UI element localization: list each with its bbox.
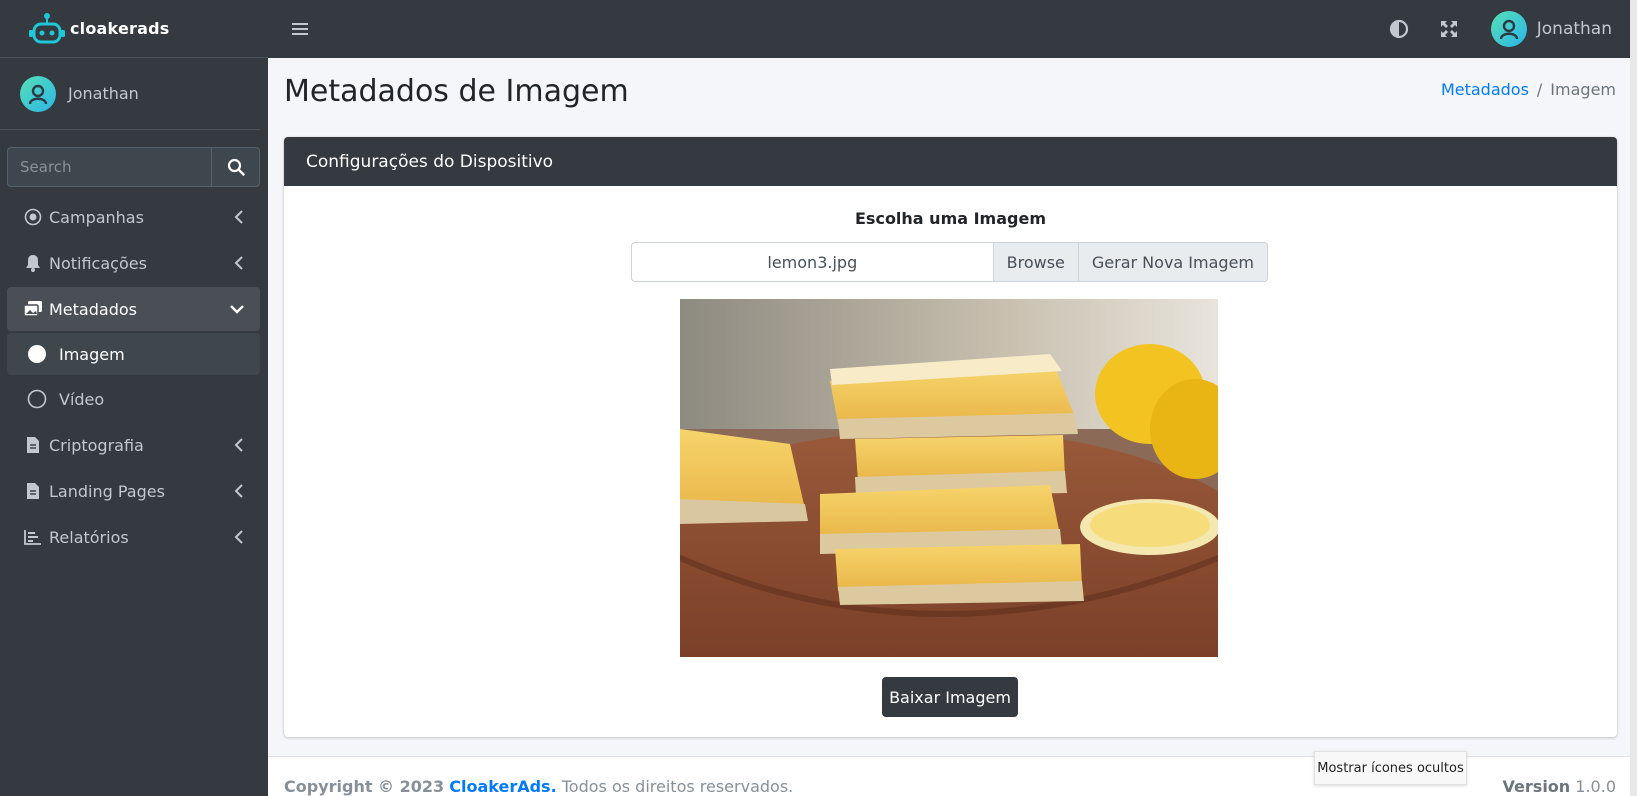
chevron-left-icon bbox=[234, 484, 243, 498]
sidebar-item-label: Campanhas bbox=[49, 207, 144, 227]
hidden-icons-tooltip: Mostrar ícones ocultos bbox=[1314, 751, 1467, 785]
sidebar-item-label: Relatórios bbox=[49, 527, 129, 547]
circle-filled-icon bbox=[27, 344, 47, 364]
version-label: Version bbox=[1502, 777, 1571, 796]
chevron-left-icon bbox=[234, 256, 243, 270]
generate-image-button[interactable]: Gerar Nova Imagem bbox=[1077, 243, 1267, 281]
sidebar-item-video[interactable]: Vídeo bbox=[7, 377, 260, 421]
image-preview bbox=[680, 299, 1218, 657]
sidebar-item-relatorios[interactable]: Relatórios bbox=[7, 515, 260, 559]
topbar-user-menu[interactable]: Jonathan bbox=[1490, 11, 1612, 47]
sidebar-item-imagem[interactable]: Imagem bbox=[7, 333, 260, 375]
circle-outline-icon bbox=[27, 389, 47, 409]
sidebar-search bbox=[7, 147, 260, 187]
sidebar-item-label: Notificações bbox=[49, 253, 147, 273]
card-header: Configurações do Dispositivo bbox=[284, 137, 1617, 186]
file-input[interactable]: lemon3.jpg bbox=[632, 243, 993, 281]
sidebar: cloakerads Jonathan Campanhas bbox=[0, 0, 268, 796]
contrast-icon bbox=[1389, 19, 1408, 39]
user-icon bbox=[1499, 19, 1518, 40]
chevron-left-icon bbox=[234, 438, 243, 452]
footer-version: Version 1.0.0 bbox=[1503, 777, 1616, 796]
footer-brand-link[interactable]: CloakerAds. bbox=[449, 777, 556, 796]
sidebar-item-criptografia[interactable]: Criptografia bbox=[7, 423, 260, 467]
avatar bbox=[20, 75, 56, 112]
circle-dot-icon bbox=[23, 207, 43, 227]
sidebar-item-landing-pages[interactable]: Landing Pages bbox=[7, 469, 260, 513]
device-settings-card: Configurações do Dispositivo Escolha uma… bbox=[284, 137, 1617, 737]
file-input-group: lemon3.jpg Browse Gerar Nova Imagem bbox=[631, 242, 1268, 282]
search-input[interactable] bbox=[7, 147, 211, 187]
theme-toggle-button[interactable] bbox=[1387, 17, 1411, 41]
expand-icon bbox=[1440, 21, 1457, 37]
chevron-left-icon bbox=[234, 210, 243, 224]
footer-copyright: Copyright © 2023 CloakerAds. Todos os di… bbox=[284, 777, 793, 796]
search-button[interactable] bbox=[211, 147, 260, 187]
fullscreen-button[interactable] bbox=[1437, 17, 1461, 41]
hamburger-menu-button[interactable] bbox=[292, 19, 312, 39]
choose-image-label: Escolha uma Imagem bbox=[855, 209, 1046, 228]
sidebar-item-label: Landing Pages bbox=[49, 481, 165, 501]
brand-name: cloakerads bbox=[70, 19, 170, 38]
sidebar-item-label: Metadados bbox=[49, 299, 137, 319]
hamburger-icon bbox=[292, 23, 308, 35]
bell-icon bbox=[23, 253, 43, 273]
topbar-actions: Jonathan bbox=[1361, 11, 1612, 47]
avatar bbox=[1490, 11, 1527, 47]
sidebar-item-label: Imagem bbox=[59, 344, 125, 364]
sidebar-item-label: Vídeo bbox=[59, 389, 105, 409]
breadcrumb-separator: / bbox=[1536, 80, 1543, 99]
top-navbar: Jonathan bbox=[268, 0, 1637, 58]
brand-link[interactable]: cloakerads bbox=[0, 0, 268, 58]
footer-rights: Todos os direitos reservados. bbox=[561, 777, 794, 796]
sidebar-item-campanhas[interactable]: Campanhas bbox=[7, 195, 260, 239]
sidebar-user-name[interactable]: Jonathan bbox=[68, 84, 139, 103]
breadcrumb-current: Imagem bbox=[1550, 80, 1616, 99]
sidebar-item-notificacoes[interactable]: Notificações bbox=[7, 241, 260, 285]
file-icon bbox=[23, 481, 43, 501]
copyright-prefix: Copyright © 2023 bbox=[284, 777, 445, 796]
chevron-down-icon bbox=[230, 305, 244, 314]
page-scrollbar[interactable] bbox=[1630, 0, 1637, 796]
sidebar-item-label: Criptografia bbox=[49, 435, 144, 455]
images-icon bbox=[23, 299, 43, 319]
main-content: Metadados de Imagem Metadados / Imagem C… bbox=[268, 58, 1637, 796]
browse-button[interactable]: Browse bbox=[992, 243, 1078, 281]
sidebar-nav: Campanhas Notificações Metadados Imagem bbox=[0, 195, 268, 559]
lemon-bars-photo bbox=[680, 299, 1218, 657]
chevron-left-icon bbox=[234, 530, 243, 544]
file-icon bbox=[23, 435, 43, 455]
topbar-user-name: Jonathan bbox=[1536, 19, 1612, 39]
download-image-button[interactable]: Baixar Imagem bbox=[882, 677, 1018, 717]
breadcrumb: Metadados / Imagem bbox=[1441, 80, 1616, 99]
sidebar-user-panel[interactable]: Jonathan bbox=[0, 58, 260, 130]
sidebar-item-metadados[interactable]: Metadados bbox=[7, 287, 260, 331]
breadcrumb-link-metadados[interactable]: Metadados bbox=[1441, 80, 1529, 99]
chart-icon bbox=[23, 527, 43, 547]
version-number: 1.0.0 bbox=[1575, 777, 1616, 796]
search-icon bbox=[227, 158, 245, 176]
user-icon bbox=[28, 84, 48, 104]
robot-logo-icon bbox=[29, 12, 65, 43]
page-title: Metadados de Imagem bbox=[284, 74, 629, 109]
